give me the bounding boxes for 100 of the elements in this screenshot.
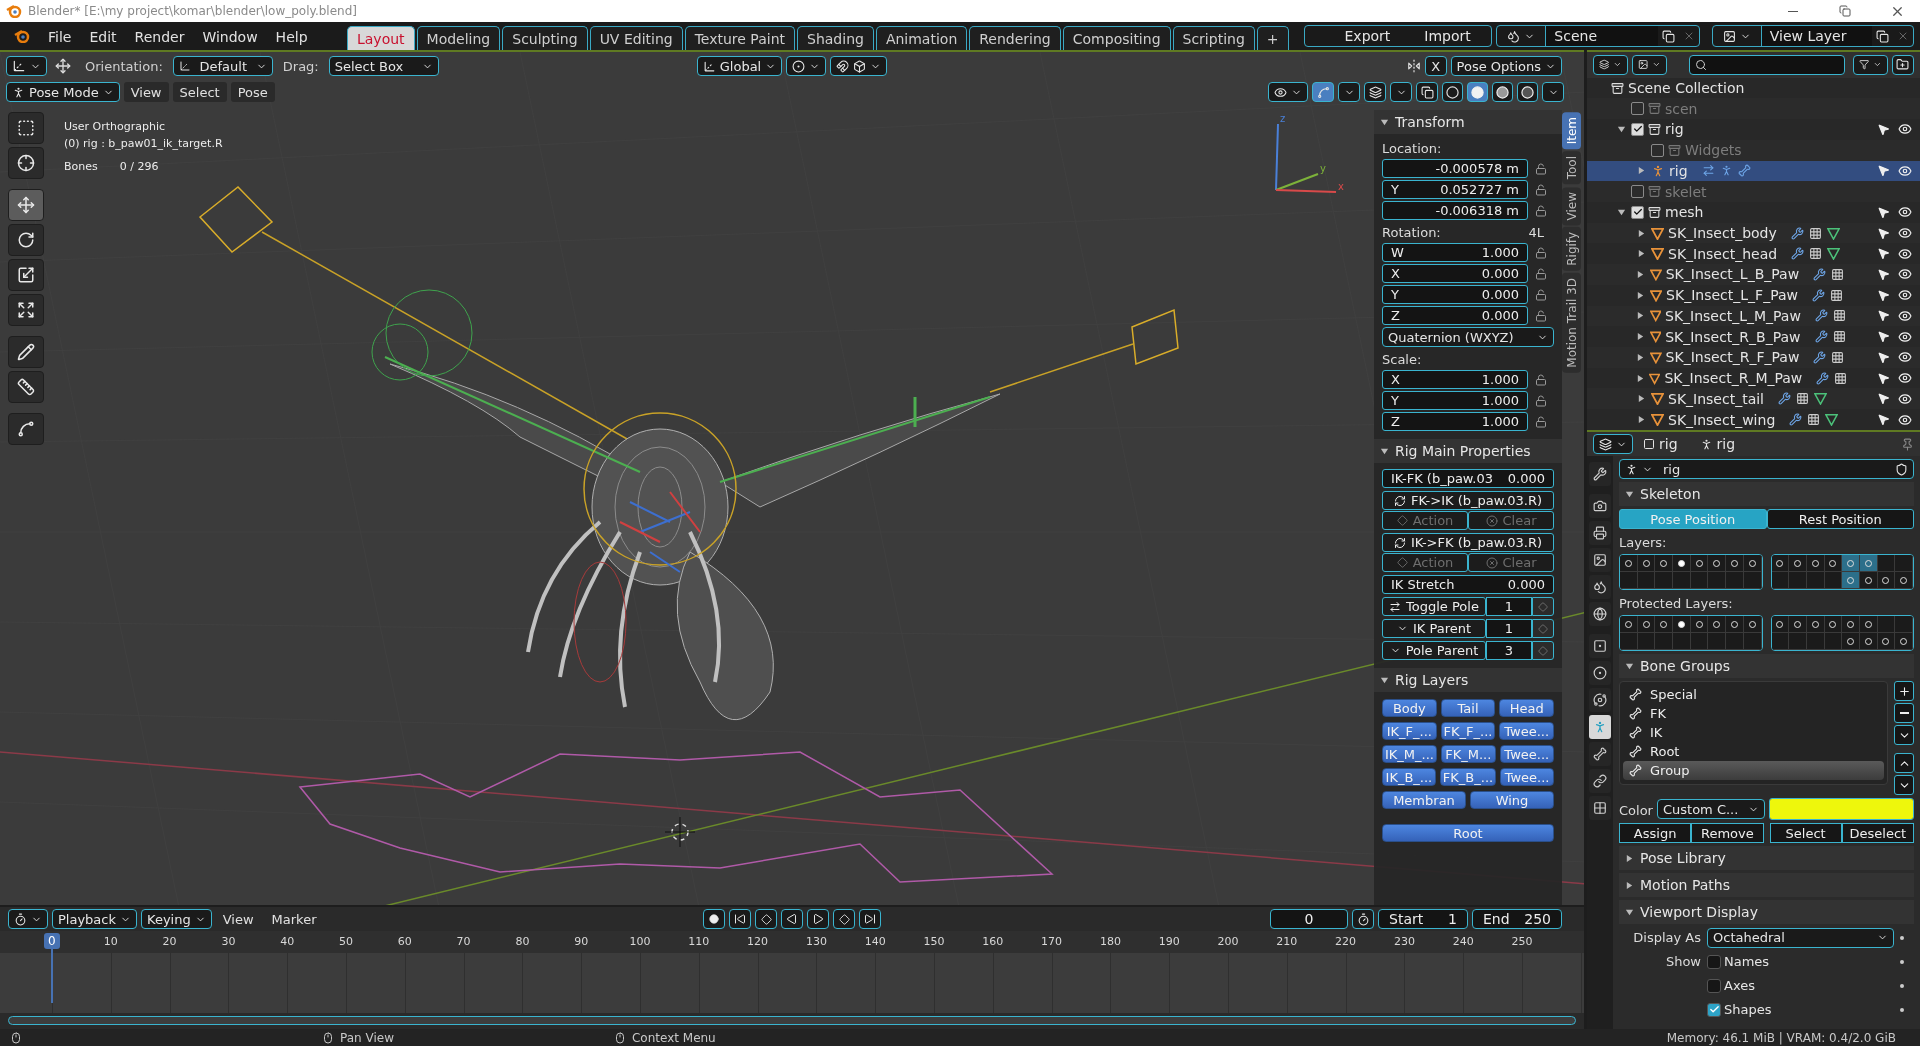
sidebar-tab[interactable]: Tool [1562, 151, 1581, 185]
menu-item[interactable]: Help [267, 24, 316, 50]
layer-toggle[interactable]: Twee... [1500, 768, 1554, 786]
bone-group-item[interactable]: FK [1623, 704, 1884, 723]
workspace-tab[interactable]: UV Editing [589, 26, 683, 50]
panel-header[interactable]: Skeleton [1619, 482, 1914, 506]
layer-toggle[interactable]: Body [1382, 699, 1437, 717]
layer-toggle[interactable]: Root [1382, 824, 1554, 842]
rotation-lock-toggle[interactable]: 4L [1528, 222, 1544, 241]
workspace-tab[interactable]: Sculpting [502, 26, 588, 50]
layer-toggle[interactable]: Membran [1382, 791, 1466, 809]
enum-dropdown[interactable]: IK Parent [1382, 619, 1486, 638]
checkbox[interactable]: Axes [1707, 978, 1894, 993]
deselect-button[interactable]: Deselect [1841, 823, 1914, 843]
workspace-tab[interactable]: Layout [346, 26, 415, 50]
layer-toggle[interactable]: IK_B_... [1382, 768, 1436, 786]
layer-toggle[interactable]: FK_B_... [1439, 768, 1497, 786]
color-set-dropdown[interactable]: Custom C... [1656, 799, 1765, 819]
menu-item[interactable]: View [215, 909, 261, 929]
number-field[interactable]: 1 [1486, 597, 1532, 616]
panel-header[interactable]: Motion Paths [1619, 873, 1914, 897]
bone-group-item[interactable]: Root [1623, 742, 1884, 761]
import-button[interactable]: Import [1410, 26, 1492, 46]
number-field[interactable]: 3 [1486, 641, 1532, 660]
outliner-row[interactable]: rig [1587, 160, 1920, 182]
rotation-mode-dropdown[interactable]: Quaternion (WXYZ) [1382, 327, 1554, 347]
toggle-button[interactable]: Toggle Pole [1382, 597, 1486, 616]
sidebar-tab[interactable]: Rigify [1562, 227, 1581, 271]
workspace-tab[interactable]: Compositing [1062, 26, 1171, 50]
datablock-field[interactable]: rig [1619, 459, 1914, 479]
pose-options-dropdown[interactable]: Pose Options [1450, 56, 1562, 76]
mode-dropdown[interactable]: Pose Mode [6, 82, 120, 102]
workspace-tab[interactable]: Animation [875, 26, 968, 50]
panel-header[interactable]: Bone Groups [1619, 654, 1914, 678]
panel-header[interactable]: Rig Layers [1374, 668, 1562, 692]
layer-toggle[interactable]: IK_M_... [1382, 745, 1437, 763]
menu-dropdown[interactable]: Keying [141, 909, 212, 929]
menu-item[interactable]: View [123, 82, 169, 102]
start-frame-field[interactable]: Start 1 [1378, 909, 1468, 929]
location-field[interactable]: -0.006318 m [1382, 201, 1528, 220]
scale-field[interactable]: X 1.000 [1382, 370, 1528, 389]
workspace-tab[interactable]: Texture Paint [684, 26, 795, 50]
panel-header[interactable]: Pose Library [1619, 846, 1914, 870]
mirror-x-toggle[interactable]: X [1424, 56, 1447, 76]
layer-toggle[interactable]: Tail [1440, 699, 1496, 717]
checkbox[interactable]: Names [1707, 954, 1894, 969]
slider-field[interactable]: IK Stretch 0.000 [1382, 575, 1554, 594]
select-button[interactable]: Select [1769, 823, 1842, 843]
scale-field[interactable]: Y 1.000 [1382, 391, 1528, 410]
layer-toggle[interactable]: FK_F_... [1440, 722, 1496, 740]
scale-field[interactable]: Z 1.000 [1382, 412, 1528, 431]
layer-toggle[interactable]: Twee... [1499, 745, 1554, 763]
menu-item[interactable]: Edit [81, 24, 125, 50]
orientation-dropdown[interactable]: Global [696, 56, 783, 76]
menu-dropdown[interactable]: Playback [52, 909, 137, 929]
sidebar-tab[interactable]: Motion Trail 3D [1562, 272, 1581, 373]
playhead-frame[interactable]: 0 [44, 933, 60, 949]
display-as-dropdown[interactable]: Octahedral [1707, 927, 1894, 948]
menu-item[interactable]: Window [194, 24, 266, 50]
assign-button[interactable]: Assign [1619, 823, 1692, 843]
add-workspace-tab[interactable]: + [1256, 26, 1289, 50]
location-field[interactable]: -0.000578 m [1382, 159, 1528, 178]
panel-header[interactable]: Viewport Display [1619, 900, 1914, 924]
menu-item[interactable]: Marker [264, 909, 324, 929]
orientation-dropdown[interactable]: Default [172, 56, 273, 76]
scene-field[interactable]: Scene [1545, 26, 1659, 46]
rotation-field[interactable]: W 1.000 [1382, 243, 1528, 262]
workspace-tab[interactable]: Shading [797, 26, 874, 50]
menu-item[interactable]: Pose [230, 82, 275, 102]
sidebar-tab[interactable]: Item [1562, 112, 1581, 150]
slider-field[interactable]: IK-FK (b_paw.03 0.000 [1382, 469, 1554, 488]
bone-group-item[interactable]: Group [1623, 761, 1884, 780]
menu-item[interactable]: File [40, 24, 80, 50]
bone-group-item[interactable]: Special [1623, 685, 1884, 704]
layer-toggle[interactable]: FK_M... [1441, 745, 1496, 763]
operator-button[interactable]: FK->IK (b_paw.03.R) [1382, 491, 1554, 510]
end-frame-field[interactable]: End 250 [1472, 909, 1562, 929]
remove-button[interactable]: Remove [1691, 823, 1764, 843]
number-field[interactable]: 1 [1486, 619, 1532, 638]
workspace-tab[interactable]: Modeling [416, 26, 501, 50]
menu-item[interactable]: Render [126, 24, 193, 50]
operator-button[interactable]: IK->FK (b_paw.03.R) [1382, 533, 1554, 552]
export-button[interactable]: Export [1304, 26, 1411, 46]
view-layer-field[interactable]: View Layer [1760, 26, 1872, 46]
layer-toggle[interactable]: IK_F_... [1382, 722, 1437, 740]
checkbox[interactable]: Shapes [1707, 1002, 1894, 1017]
rotation-field[interactable]: Z 0.000 [1382, 306, 1528, 325]
workspace-tab[interactable]: Rendering [969, 26, 1061, 50]
layer-toggle[interactable]: Twee... [1499, 722, 1554, 740]
pose-mode-toggle[interactable]: Rest Position [1766, 509, 1914, 529]
enum-dropdown[interactable]: Pole Parent [1382, 641, 1486, 660]
location-field[interactable]: Y 0.052727 m [1382, 180, 1528, 199]
panel-header[interactable]: Transform [1374, 110, 1562, 134]
current-frame-field[interactable]: 0 [1270, 909, 1348, 929]
panel-header[interactable]: Rig Main Properties [1374, 439, 1562, 463]
workspace-tab[interactable]: Scripting [1172, 26, 1255, 50]
rotation-field[interactable]: Y 0.000 [1382, 285, 1528, 304]
layer-toggle[interactable]: Head [1499, 699, 1554, 717]
rotation-field[interactable]: X 0.000 [1382, 264, 1528, 283]
bone-group-item[interactable]: IK [1623, 723, 1884, 742]
